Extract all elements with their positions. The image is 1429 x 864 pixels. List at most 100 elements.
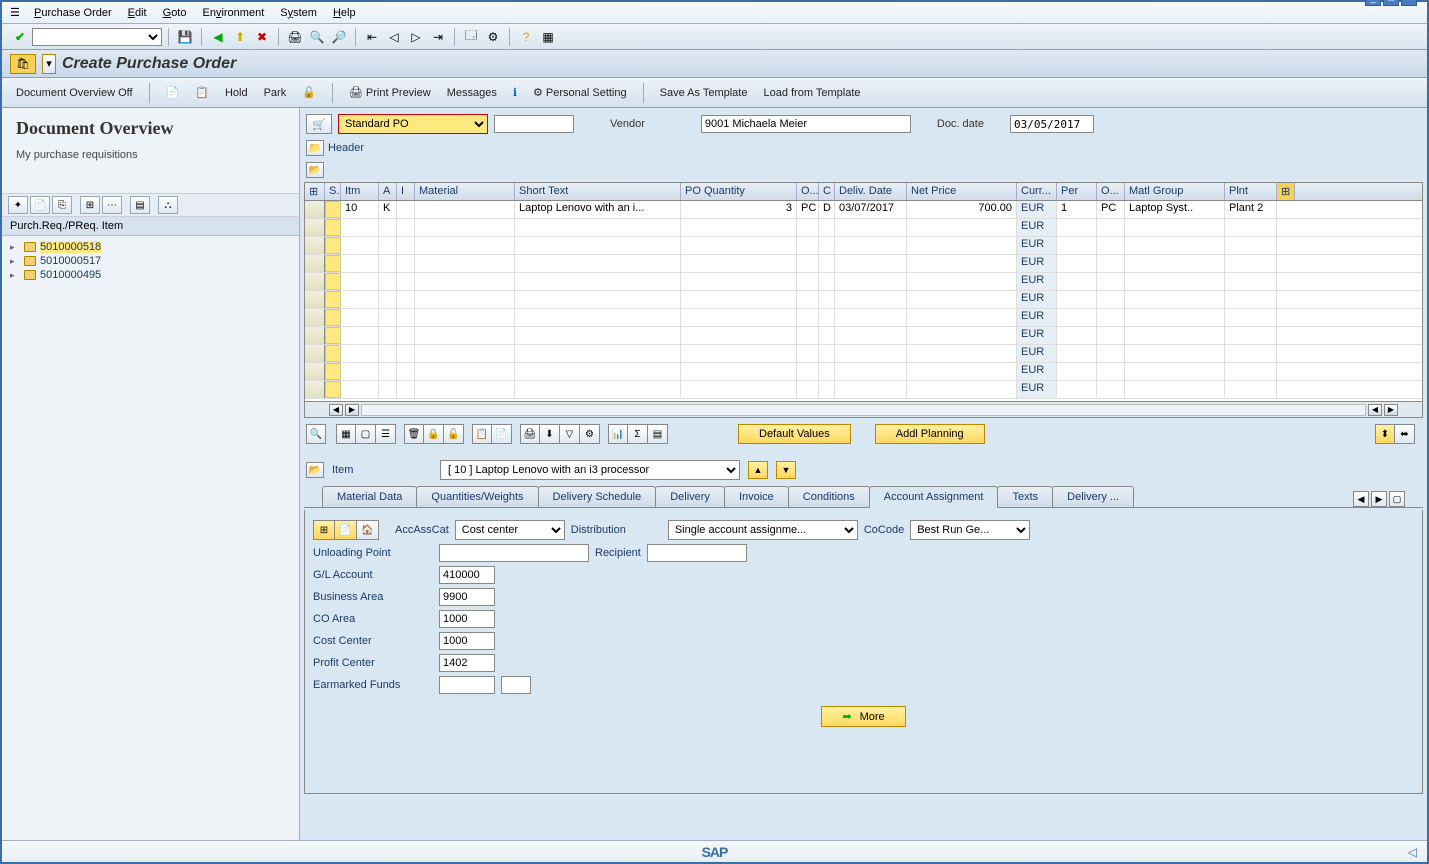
- expand-header-icon[interactable]: 📁: [306, 140, 324, 156]
- exit-icon[interactable]: ⬆: [230, 27, 250, 47]
- col-deliv-date[interactable]: Deliv. Date: [835, 183, 907, 200]
- variant2-icon[interactable]: ▤: [648, 424, 668, 444]
- first-page-icon[interactable]: ⇤: [362, 27, 382, 47]
- table-row[interactable]: EUR: [305, 219, 1422, 237]
- recipient-input[interactable]: [647, 544, 747, 562]
- menu-icon[interactable]: ☰: [10, 6, 26, 19]
- delete-icon[interactable]: 🗑: [404, 424, 424, 444]
- col-matl-group[interactable]: Matl Group: [1125, 183, 1225, 200]
- table-row[interactable]: EUR: [305, 309, 1422, 327]
- col-oun[interactable]: O...: [797, 183, 819, 200]
- scroll-right2-icon[interactable]: ▶: [1384, 404, 1398, 416]
- tree-item[interactable]: ▸5010000517: [10, 254, 291, 268]
- addl-planning-button[interactable]: Addl Planning: [875, 424, 985, 444]
- new-session-icon[interactable]: 🗔: [461, 27, 481, 47]
- config-cols-icon[interactable]: ⊞: [1277, 183, 1295, 200]
- tab-scroll-left-icon[interactable]: ◀: [1353, 491, 1369, 507]
- menu-help[interactable]: Help: [325, 5, 364, 21]
- unlock-icon[interactable]: 🔓: [444, 424, 464, 444]
- col-curr[interactable]: Curr...: [1017, 183, 1057, 200]
- tab-invoice[interactable]: Invoice: [724, 486, 789, 507]
- print-icon[interactable]: 🖨: [285, 27, 305, 47]
- collapse-all-icon[interactable]: ⬌: [1395, 424, 1415, 444]
- distribution-select[interactable]: Single account assignme...: [668, 520, 858, 540]
- filter-icon[interactable]: ▤: [130, 196, 150, 214]
- park-button[interactable]: Park: [258, 85, 293, 101]
- prev-item-icon[interactable]: ▲: [748, 461, 768, 479]
- find-next-icon[interactable]: 🔎: [329, 27, 349, 47]
- menu-purchase-order[interactable]: Purchase Order: [26, 5, 120, 21]
- col-itm[interactable]: Itm: [341, 183, 379, 200]
- menu-system[interactable]: System: [272, 5, 325, 21]
- tab-material-data[interactable]: Material Data: [322, 486, 417, 507]
- title-dropdown-icon[interactable]: ▾: [42, 54, 56, 74]
- next-item-icon[interactable]: ▼: [776, 461, 796, 479]
- tab-conditions[interactable]: Conditions: [788, 486, 870, 507]
- table-row[interactable]: EUR: [305, 273, 1422, 291]
- tab-delivery[interactable]: Delivery: [655, 486, 725, 507]
- check-icon[interactable]: 🔓: [296, 84, 322, 101]
- tree-item[interactable]: ▸5010000495: [10, 268, 291, 282]
- home-icon[interactable]: 🏠: [357, 520, 379, 540]
- create-icon[interactable]: 📄: [160, 84, 186, 101]
- save-template-button[interactable]: Save As Template: [654, 85, 754, 101]
- cart-icon[interactable]: 🛒: [306, 114, 332, 134]
- layout-icon[interactable]: ⊞: [80, 196, 100, 214]
- other-po-icon[interactable]: 📋: [189, 84, 215, 101]
- messages-button[interactable]: Messages: [441, 85, 503, 101]
- paste-icon[interactable]: 📄: [492, 424, 512, 444]
- item-expand-icon[interactable]: 📂: [306, 462, 324, 478]
- tree-item[interactable]: ▸5010000518: [10, 240, 291, 254]
- col-short-text[interactable]: Short Text: [515, 183, 681, 200]
- table-row[interactable]: EUR: [305, 345, 1422, 363]
- close-button[interactable]: ✕: [1401, 0, 1417, 6]
- table-row[interactable]: EUR: [305, 363, 1422, 381]
- scroll-left-icon[interactable]: ◀: [329, 404, 343, 416]
- save-icon[interactable]: 💾: [175, 27, 195, 47]
- gl-input[interactable]: [439, 566, 495, 584]
- cocode-select[interactable]: Best Run Ge...: [910, 520, 1030, 540]
- table-row[interactable]: EUR: [305, 291, 1422, 309]
- load-template-button[interactable]: Load from Template: [757, 85, 866, 101]
- pc-input[interactable]: [439, 654, 495, 672]
- tab-scroll-right-icon[interactable]: ▶: [1371, 491, 1387, 507]
- shortcut-icon[interactable]: ⚙: [483, 27, 503, 47]
- help-icon[interactable]: ?: [516, 27, 536, 47]
- layout-icon[interactable]: ▦: [538, 27, 558, 47]
- command-field[interactable]: [32, 28, 162, 46]
- col-per[interactable]: Per: [1057, 183, 1097, 200]
- more-button[interactable]: ➡More: [821, 706, 905, 727]
- find-icon[interactable]: 🔍: [307, 27, 327, 47]
- table-row[interactable]: EUR: [305, 327, 1422, 345]
- back-icon[interactable]: ◀: [208, 27, 228, 47]
- collapse-items-icon[interactable]: 📂: [306, 162, 324, 178]
- col-i[interactable]: I: [397, 183, 415, 200]
- doc-overview-button[interactable]: Document Overview Off: [10, 85, 139, 101]
- table-view-icon[interactable]: ⊞: [313, 520, 335, 540]
- refresh-icon[interactable]: 📄: [30, 196, 50, 214]
- col-c[interactable]: C: [819, 183, 835, 200]
- next-page-icon[interactable]: ▷: [406, 27, 426, 47]
- menu-edit[interactable]: Edit: [120, 5, 155, 21]
- select-all-icon[interactable]: ▦: [336, 424, 356, 444]
- chart-icon[interactable]: 📊: [608, 424, 628, 444]
- variant-icon[interactable]: ✦: [8, 196, 28, 214]
- hierarchy-icon[interactable]: ⛬: [158, 196, 178, 214]
- po-type-select[interactable]: Standard PO: [338, 114, 488, 134]
- expand-icon[interactable]: ⋯: [102, 196, 122, 214]
- menu-goto[interactable]: Goto: [155, 5, 195, 21]
- last-page-icon[interactable]: ⇥: [428, 27, 448, 47]
- doc-date-input[interactable]: [1010, 115, 1094, 133]
- col-material[interactable]: Material: [415, 183, 515, 200]
- settings-icon[interactable]: ⚙: [580, 424, 600, 444]
- tab-texts[interactable]: Texts: [997, 486, 1053, 507]
- select-icon[interactable]: ⎘: [52, 196, 72, 214]
- cancel-icon[interactable]: ✖: [252, 27, 272, 47]
- vendor-input[interactable]: [701, 115, 911, 133]
- status-expand-icon[interactable]: ◁: [1408, 845, 1417, 859]
- tab-delivery-[interactable]: Delivery ...: [1052, 486, 1134, 507]
- col-net-price[interactable]: Net Price: [907, 183, 1017, 200]
- ba-input[interactable]: [439, 588, 495, 606]
- tab-list-icon[interactable]: ▢: [1389, 491, 1405, 507]
- maximize-button[interactable]: □: [1383, 0, 1399, 6]
